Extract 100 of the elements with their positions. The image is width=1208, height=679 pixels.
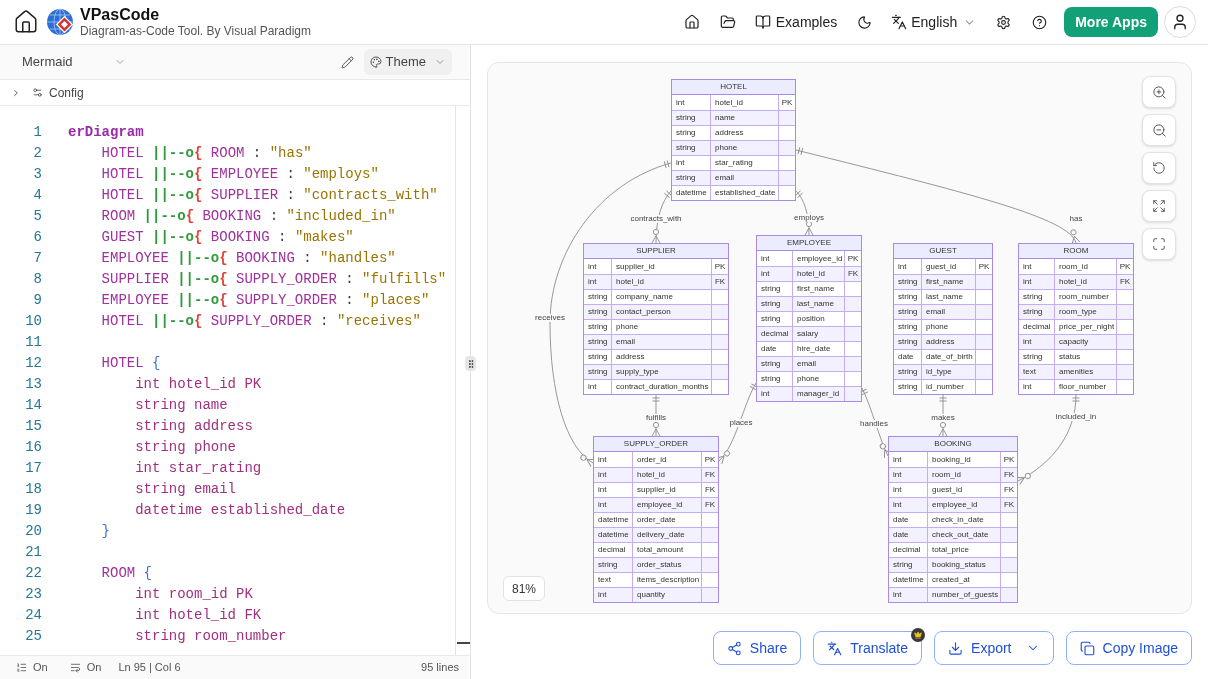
- language-select[interactable]: Mermaid: [12, 48, 132, 76]
- line-number: 25: [24, 627, 42, 646]
- code-line: ROOM {: [101, 564, 152, 583]
- book-icon: [754, 14, 771, 30]
- attribute-type: int: [760, 252, 771, 265]
- code-line: int hotel_id PK: [135, 375, 262, 394]
- line-number: 17: [24, 459, 42, 478]
- attribute-type: datetime: [597, 529, 630, 541]
- wrap-text-icon: [69, 662, 81, 673]
- examples-button[interactable]: Examples: [748, 7, 844, 37]
- attribute-type: int: [760, 388, 771, 400]
- relationship-label: fulfills: [645, 414, 667, 422]
- config-toggle[interactable]: Config: [11, 83, 84, 102]
- entity-name: HOTEL: [672, 80, 795, 95]
- share-button[interactable]: Share: [712, 631, 802, 665]
- translate-icon: [827, 640, 843, 656]
- attribute-type: int: [597, 499, 608, 511]
- code-line: HOTEL ||--o{ EMPLOYEE : "employs": [101, 165, 379, 184]
- attribute-type: int: [1022, 336, 1033, 348]
- attribute-type: int: [892, 484, 903, 496]
- relationship-label: has: [1068, 215, 1084, 223]
- attribute-type: string: [760, 298, 782, 310]
- attribute-type: string: [597, 559, 619, 571]
- attribute-type: string: [897, 381, 919, 393]
- attribute-type: string: [587, 366, 609, 378]
- attribute-type: decimal: [892, 544, 922, 556]
- line-number: 5: [32, 207, 42, 226]
- line-numbers-toggle[interactable]: On: [16, 659, 48, 676]
- zoom-in-button[interactable]: [1142, 76, 1176, 108]
- copy-image-button[interactable]: Copy Image: [1065, 631, 1192, 665]
- zoom-out-button[interactable]: [1142, 114, 1176, 146]
- attribute-type: date: [892, 514, 910, 526]
- attribute-type: string: [760, 313, 782, 325]
- home-button[interactable]: [12, 8, 40, 36]
- code-line: ROOM ||--o{ BOOKING : "included_in": [101, 207, 396, 226]
- export-button[interactable]: Export: [934, 631, 1054, 665]
- line-number: 13: [24, 375, 42, 394]
- attribute-type: string: [675, 112, 697, 124]
- line-number: 22: [24, 564, 42, 583]
- translate-button[interactable]: Translate: [813, 631, 923, 665]
- entity-name: BOOKING: [889, 437, 1017, 452]
- fit-view-button[interactable]: [1142, 190, 1176, 222]
- line-number: 15: [24, 417, 42, 436]
- attribute-type: int: [892, 589, 903, 601]
- folder-icon: [719, 14, 736, 30]
- attribute-type: decimal: [760, 328, 790, 340]
- attribute-type: decimal: [1022, 321, 1052, 333]
- line-number: 3: [32, 165, 42, 184]
- attribute-type: string: [760, 283, 782, 295]
- attribute-type: string: [587, 351, 609, 363]
- expand-icon: [1152, 199, 1166, 213]
- entity-name: GUEST: [894, 244, 992, 259]
- attribute-type: string: [587, 291, 609, 303]
- line-number: 12: [24, 354, 42, 373]
- attribute-type: string: [1022, 291, 1044, 303]
- rotate-left-icon: [1152, 161, 1166, 175]
- line-number: 8: [32, 270, 42, 289]
- app-title: VPasCode: [80, 5, 161, 24]
- code-line: string address: [135, 417, 253, 436]
- line-number: 21: [24, 543, 42, 562]
- fullscreen-icon: [1152, 237, 1166, 251]
- code-line: string phone: [135, 438, 237, 457]
- line-number: 19: [24, 501, 42, 520]
- user-icon: [1171, 13, 1189, 31]
- attribute-type: int: [1022, 381, 1033, 393]
- help-icon: [1031, 14, 1047, 30]
- line-number: 10: [24, 312, 42, 331]
- home-icon: [13, 9, 39, 35]
- code-line: HOTEL ||--o{ ROOM : "has": [101, 144, 312, 163]
- line-number: 9: [32, 291, 42, 310]
- logo-icon: [46, 8, 74, 36]
- cursor-position: Ln 95 | Col 6: [118, 660, 181, 676]
- zoom-out-icon: [1151, 122, 1167, 138]
- attribute-name: floor_number: [1054, 380, 1116, 394]
- resize-handle[interactable]: [465, 356, 476, 371]
- download-icon: [948, 640, 964, 656]
- line-number: 11: [24, 333, 42, 352]
- attribute-type: datetime: [675, 187, 708, 199]
- attribute-type: string: [897, 306, 919, 318]
- code-line: string room_number: [135, 627, 287, 646]
- app-subtitle: Diagram-as-Code Tool. By Visual Paradigm: [80, 23, 311, 39]
- attribute-type: string: [587, 336, 609, 348]
- relationship-label: receives: [534, 314, 566, 322]
- reset-view-button[interactable]: [1142, 152, 1176, 184]
- attribute-name: quantity: [632, 588, 701, 602]
- word-wrap-toggle[interactable]: On: [69, 659, 102, 676]
- relationship-label: makes: [930, 414, 956, 422]
- relationship-label: included_in: [1054, 413, 1098, 421]
- relationship-label: employs: [793, 214, 825, 222]
- attribute-type: int: [597, 453, 608, 466]
- theme-button[interactable]: Theme: [363, 49, 452, 75]
- language-button[interactable]: English: [885, 7, 983, 37]
- attribute-type: int: [897, 260, 908, 273]
- relationship-label: contracts_with: [629, 215, 683, 223]
- attribute-type: int: [675, 157, 686, 169]
- entity-name: SUPPLIER: [584, 244, 728, 259]
- code-line: HOTEL {: [101, 354, 161, 373]
- attribute-type: int: [587, 260, 598, 273]
- line-number: 2: [32, 144, 42, 163]
- code-line: }: [101, 522, 110, 541]
